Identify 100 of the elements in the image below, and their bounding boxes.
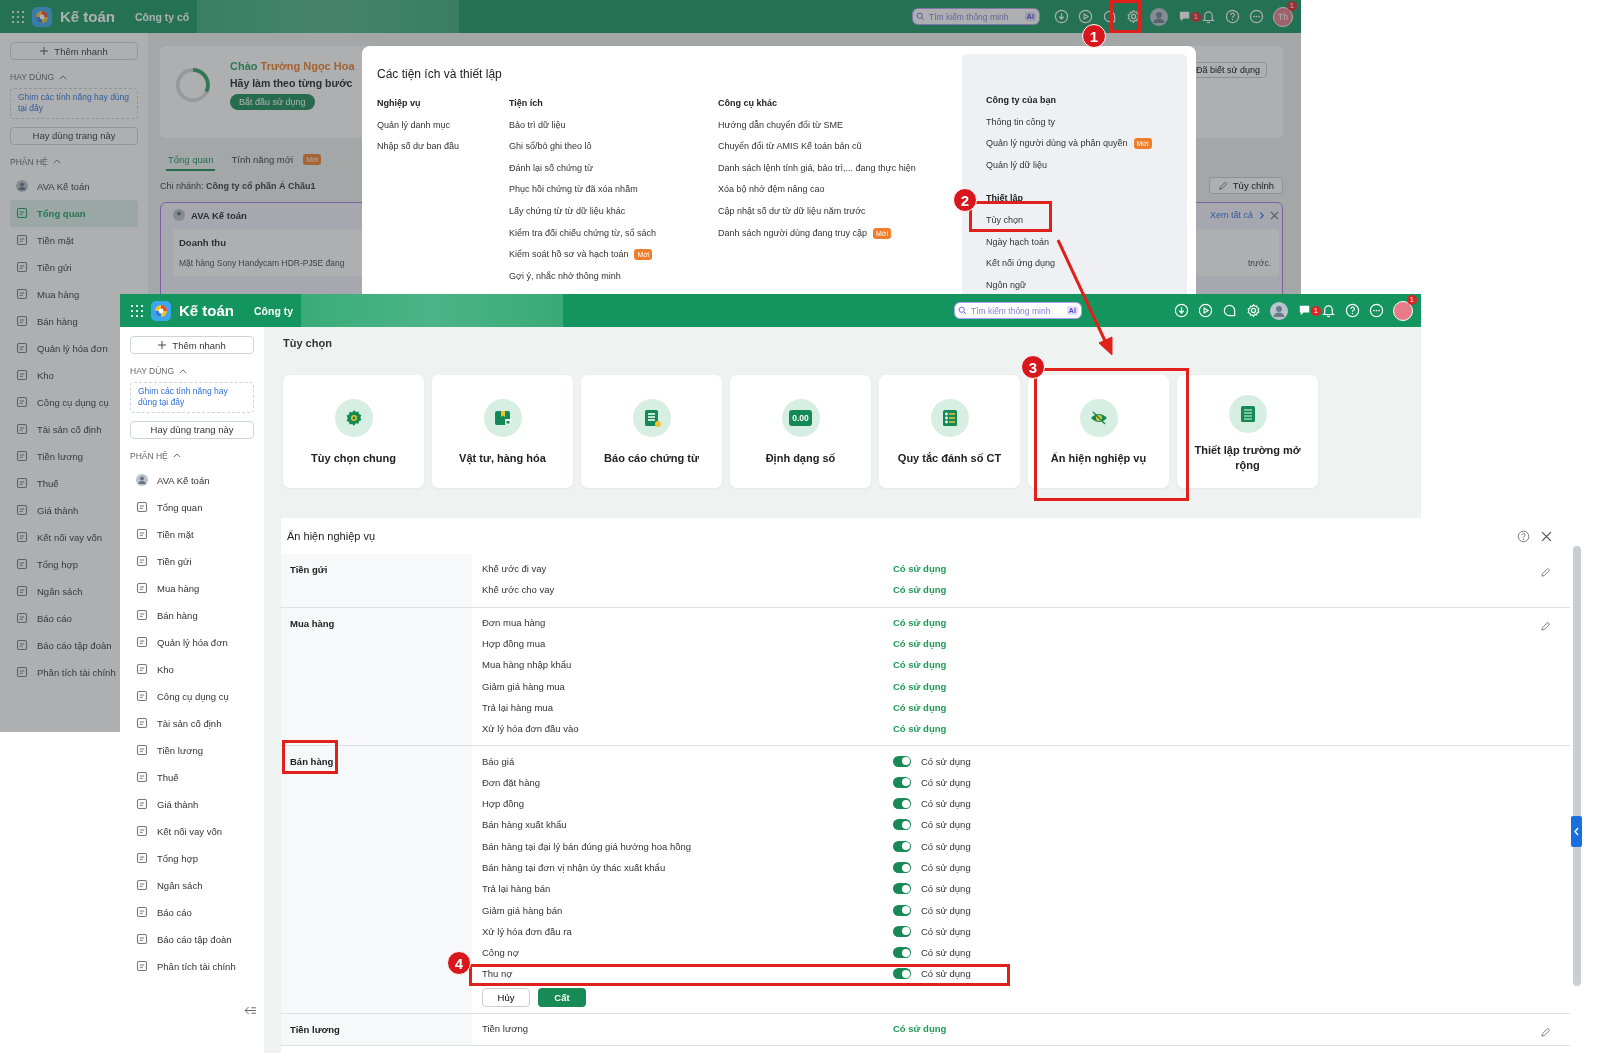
help-icon[interactable]	[1517, 529, 1530, 543]
chat-icon[interactable]	[1222, 303, 1237, 318]
menu-item[interactable]: Kiểm soát hồ sơ và hạch toán	[509, 249, 629, 260]
sidebar-item[interactable]: Tài sản cố định	[130, 709, 254, 737]
sidebar-item[interactable]: Tiền mặt	[130, 520, 254, 548]
chevron-up-icon[interactable]	[59, 74, 68, 80]
sidebar-item[interactable]: Phân tích tài chính	[130, 952, 254, 980]
menu-item[interactable]: Cập nhật số dư từ dữ liệu năm trước	[718, 205, 866, 216]
sidebar-item[interactable]: Kho	[130, 655, 254, 683]
user-avatar-icon[interactable]	[1270, 301, 1288, 320]
toggle-switch[interactable]	[893, 947, 911, 959]
quick-add-button[interactable]: Thêm nhanh	[10, 42, 138, 60]
toggle-switch[interactable]	[893, 862, 911, 873]
menu-item[interactable]: Chuyển đổi từ AMIS Kế toán bản cũ	[718, 141, 862, 152]
sidebar-item[interactable]: Báo cáo tập đoàn	[130, 925, 254, 953]
more-icon[interactable]	[1249, 9, 1264, 24]
settings-card[interactable]: Báo cáo chứng từ	[581, 375, 722, 488]
toggle-switch[interactable]	[893, 925, 911, 937]
favorite-page-button[interactable]: Hay dùng trang này	[130, 420, 254, 439]
sidebar-item[interactable]: Tổng quan	[130, 493, 254, 521]
toggle-switch[interactable]	[893, 755, 911, 767]
sidebar-item[interactable]: Mua hàng	[130, 574, 254, 602]
menu-item[interactable]: Bảo trì dữ liệu	[509, 119, 566, 130]
sidebar-item[interactable]: Ngân sách	[130, 871, 254, 899]
menu-item[interactable]: Kiểm tra đối chiếu chứng từ, sổ sách	[509, 227, 657, 238]
cancel-button[interactable]: Hủy	[482, 987, 530, 1007]
bell-icon[interactable]	[1201, 9, 1216, 24]
sidebar-item[interactable]: Tiền gửi	[10, 253, 138, 281]
menu-item[interactable]: Nhập số dư ban đầu	[377, 141, 460, 152]
close-icon[interactable]	[1541, 530, 1552, 542]
profile-avatar[interactable]	[1393, 300, 1413, 321]
customize-button[interactable]: Tùy chỉnh	[1208, 177, 1283, 194]
menu-item[interactable]: Hướng dẫn chuyển đổi từ SME	[718, 119, 843, 130]
sidebar-item[interactable]: Kết nối vay vốn	[130, 817, 254, 845]
scrollbar[interactable]	[1573, 546, 1581, 986]
menu-item[interactable]: Quản lý danh mục	[377, 119, 451, 130]
chat-icon[interactable]	[1102, 9, 1117, 24]
menu-item[interactable]: Lấy chứng từ từ dữ liệu khác	[509, 205, 626, 216]
pencil-icon[interactable]	[1540, 1026, 1551, 1038]
download-icon[interactable]	[1174, 303, 1189, 318]
favorite-page-button[interactable]: Hay dùng trang này	[10, 126, 138, 145]
menu-item[interactable]: Quản lý người dùng và phân quyền	[986, 138, 1128, 149]
bell-icon[interactable]	[1321, 303, 1336, 318]
sidebar-item[interactable]: Quản lý hóa đơn	[130, 628, 254, 656]
toggle-switch[interactable]	[893, 968, 911, 980]
menu-item[interactable]: Ngôn ngữ	[986, 279, 1027, 290]
settings-card[interactable]: Thiết lập trường mở rộng	[1177, 375, 1318, 488]
branch-selector[interactable]: Chi nhánh: Công ty cổ phần Á Châu1	[160, 180, 316, 191]
sidebar-item[interactable]: Thuế	[130, 763, 254, 791]
close-icon[interactable]	[1270, 210, 1279, 220]
menu-item[interactable]: Thông tin công ty	[986, 116, 1056, 127]
sidebar-item[interactable]: Công cụ dụng cụ	[130, 682, 254, 710]
sidebar-item[interactable]: Tiền lương	[130, 736, 254, 764]
menu-item[interactable]: Tùy chọn	[986, 214, 1024, 225]
settings-card[interactable]: Tùy chọn chung	[283, 375, 424, 488]
pencil-icon[interactable]	[1540, 567, 1551, 578]
play-icon[interactable]	[1198, 303, 1213, 318]
sidebar-item[interactable]: Báo cáo	[130, 898, 254, 926]
settings-icon[interactable]	[1126, 9, 1141, 24]
company-name[interactable]: Công ty	[254, 304, 294, 317]
toggle-switch[interactable]	[893, 883, 911, 895]
collapse-sidebar-icon[interactable]	[244, 1006, 257, 1015]
menu-item[interactable]: Kết nối ứng dụng	[986, 258, 1056, 269]
pencil-icon[interactable]	[1540, 620, 1551, 632]
menu-item[interactable]: Đánh lại số chứng từ	[509, 162, 594, 173]
play-icon[interactable]	[1078, 9, 1093, 24]
settings-card[interactable]: Quy tắc đánh số CT	[879, 375, 1020, 488]
sidebar-item[interactable]: Tiền gửi	[130, 547, 254, 575]
sidebar-item[interactable]: Tiền mặt	[10, 226, 138, 254]
toggle-switch[interactable]	[893, 776, 911, 788]
save-button[interactable]: Cất	[538, 987, 586, 1007]
menu-item[interactable]: Phục hồi chứng từ đã xóa nhầm	[509, 184, 638, 195]
app-grid-icon[interactable]	[131, 304, 143, 317]
menu-item[interactable]: Xóa bộ nhớ đệm nâng cao	[718, 184, 825, 195]
sidebar-item[interactable]: AVA Kế toán	[130, 466, 254, 494]
sidebar-item[interactable]: AVA Kế toán	[10, 172, 138, 200]
toggle-switch[interactable]	[893, 904, 911, 916]
settings-card[interactable]: Vật tư, hàng hóa	[432, 375, 573, 488]
more-icon[interactable]	[1369, 303, 1384, 318]
menu-item[interactable]: Gợi ý, nhắc nhở thông minh	[509, 270, 621, 281]
chevron-up-icon[interactable]	[179, 368, 188, 374]
toggle-switch[interactable]	[893, 840, 911, 852]
app-grid-icon[interactable]	[12, 10, 24, 23]
sidebar-item[interactable]: Giá thành	[130, 790, 254, 818]
settings-icon[interactable]	[1246, 303, 1261, 318]
toggle-switch[interactable]	[893, 798, 911, 810]
settings-card[interactable]: 0.00 Định dạng số	[730, 375, 871, 488]
expand-tab-icon[interactable]	[1571, 816, 1582, 847]
menu-item[interactable]: Quản lý dữ liệu	[986, 159, 1048, 170]
sidebar-item[interactable]: Tổng hợp	[130, 844, 254, 872]
download-icon[interactable]	[1054, 9, 1069, 24]
chevron-right-icon[interactable]	[1257, 210, 1266, 220]
menu-item[interactable]: Danh sách người dùng đang truy cập	[718, 227, 868, 238]
menu-item[interactable]: Danh sách lệnh tính giá, bảo trì,... đang thực hiện	[718, 162, 916, 173]
quick-add-button[interactable]: Thêm nhanh	[130, 336, 254, 354]
settings-card[interactable]: Ẩn hiện nghiệp vụ	[1028, 375, 1169, 488]
menu-item[interactable]: Ngày hạch toán	[986, 236, 1050, 247]
sidebar-item[interactable]: Bán hàng	[130, 601, 254, 629]
toggle-switch[interactable]	[893, 819, 911, 831]
menu-item[interactable]: Ghi sổ/bỏ ghi theo lô	[509, 141, 592, 152]
